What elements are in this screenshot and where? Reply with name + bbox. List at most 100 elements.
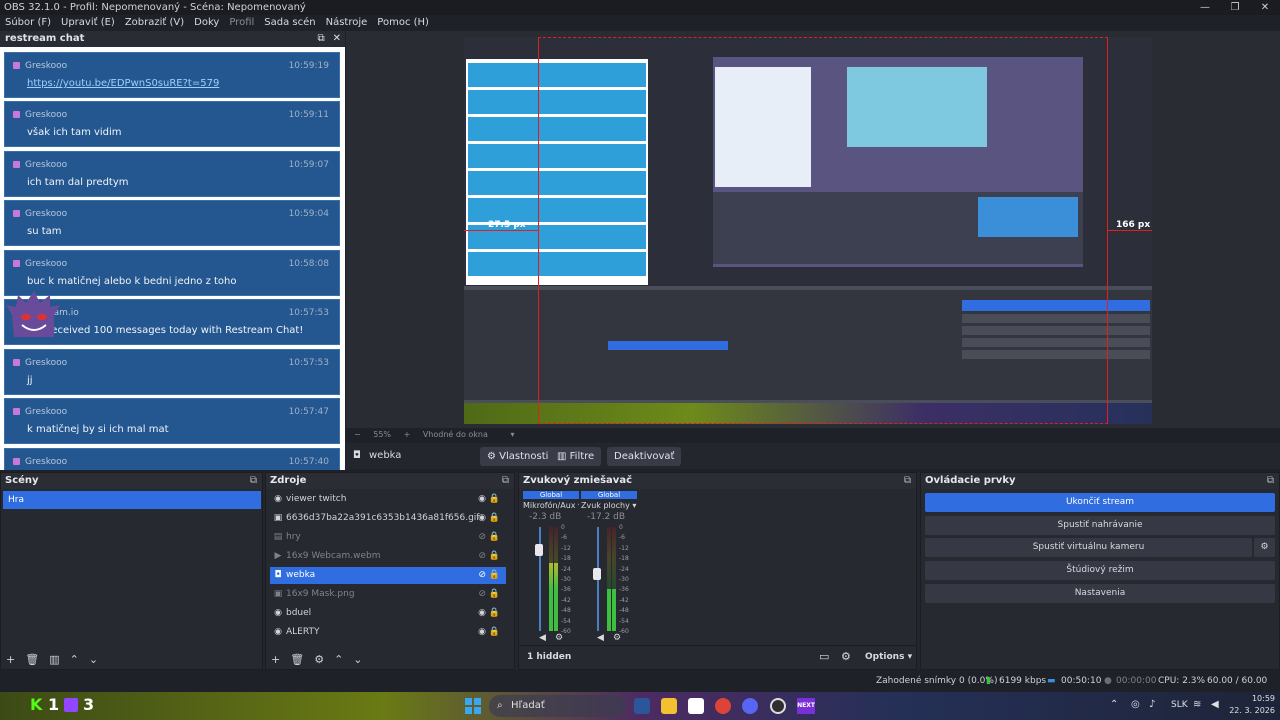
eye-off-icon[interactable]: ⊘ xyxy=(478,548,486,565)
move-down-icon[interactable]: ⌄ xyxy=(89,653,98,666)
eye-icon[interactable]: ◉ xyxy=(478,624,486,641)
move-up-icon[interactable]: ⌃ xyxy=(70,653,79,666)
tray-overflow-icon[interactable]: ⌃ xyxy=(1110,699,1118,710)
remove-source-icon[interactable]: 🗑 xyxy=(290,653,304,666)
wifi-icon[interactable]: ≋ xyxy=(1193,699,1201,710)
chrome-icon[interactable] xyxy=(715,698,731,714)
close-dock-icon[interactable]: ✕ xyxy=(333,31,341,47)
source-item[interactable]: ▣ 6636d37ba22a391c6353b1436a81f656.gif ◉ 🔒 xyxy=(270,510,506,527)
undock-icon[interactable]: ⧉ xyxy=(904,473,911,489)
microphone-icon[interactable]: ♪ xyxy=(1149,699,1155,710)
lock-icon[interactable]: 🔒 xyxy=(489,510,500,527)
mixer-options-button[interactable]: Options ▾ xyxy=(865,652,912,662)
add-scene-icon[interactable]: + xyxy=(6,653,15,666)
eye-off-icon[interactable]: ⊘ xyxy=(478,586,486,603)
lock-icon[interactable]: 🔒 xyxy=(489,548,500,565)
scene-item[interactable]: Hra xyxy=(3,491,261,509)
source-item[interactable]: ▤ hry ⊘ 🔒 xyxy=(270,529,506,546)
lock-icon[interactable]: 🔒 xyxy=(489,491,500,508)
zoom-in-icon[interactable]: + xyxy=(404,430,411,439)
preview-canvas[interactable]: 27.5 px 166 px xyxy=(464,37,1152,424)
channel-settings-icon[interactable]: ⚙ xyxy=(555,633,563,643)
store-icon[interactable] xyxy=(688,698,704,714)
volume-icon[interactable]: ◀ xyxy=(1211,699,1219,710)
stop-stream-button[interactable]: Ukončiť stream xyxy=(925,493,1275,512)
eye-icon[interactable]: ◉ xyxy=(478,491,486,508)
next-app-icon[interactable]: NEXT xyxy=(797,698,815,714)
undock-icon[interactable]: ⧉ xyxy=(1267,473,1274,489)
remove-scene-icon[interactable]: 🗑 xyxy=(25,653,39,666)
lock-icon[interactable]: 🔒 xyxy=(489,529,500,546)
speaker-icon[interactable]: ◀ xyxy=(539,633,546,643)
virtual-camera-settings-button[interactable]: ⚙ xyxy=(1254,538,1275,557)
volume-slider-knob[interactable] xyxy=(535,543,543,556)
undock-icon[interactable]: ⧉ xyxy=(250,473,257,489)
menu-help[interactable]: Pomoc (H) xyxy=(377,15,429,31)
lock-icon[interactable]: 🔒 xyxy=(489,605,500,622)
add-source-icon[interactable]: + xyxy=(271,653,280,666)
zoom-out-icon[interactable]: − xyxy=(354,430,361,439)
undock-icon[interactable]: ⧉ xyxy=(317,31,324,47)
filters-button[interactable]: ▥ Filtre xyxy=(550,447,602,466)
clock-date[interactable]: 22. 3. 2026 xyxy=(1226,706,1275,715)
close-button[interactable]: ✕ xyxy=(1250,0,1280,15)
source-item[interactable]: ▣ 16x9 Mask.png ⊘ 🔒 xyxy=(270,586,506,603)
kick-widget-icon[interactable]: K xyxy=(30,695,42,714)
menu-edit[interactable]: Upraviť (E) xyxy=(61,15,115,31)
mixer-layout-icon[interactable]: ▭ xyxy=(819,650,829,663)
chat-link[interactable]: https://youtu.be/EDPwnS0suRE?t=579 xyxy=(27,78,219,89)
move-down-icon[interactable]: ⌄ xyxy=(353,653,362,666)
channel-name-select[interactable]: Mikrofón/Aux ▾ xyxy=(523,500,579,511)
clock-time[interactable]: 10:59 xyxy=(1231,694,1275,703)
move-up-icon[interactable]: ⌃ xyxy=(334,653,343,666)
obs-icon[interactable] xyxy=(770,698,786,714)
menu-tools[interactable]: Nástroje xyxy=(326,15,368,31)
network-icon[interactable]: ◎ xyxy=(1131,699,1140,710)
start-recording-button[interactable]: Spustiť nahrávanie xyxy=(925,516,1275,535)
menu-view[interactable]: Zobraziť (V) xyxy=(125,15,184,31)
word-icon[interactable] xyxy=(634,698,650,714)
volume-slider-track[interactable] xyxy=(539,527,541,631)
file-explorer-icon[interactable] xyxy=(661,698,677,714)
volume-slider-knob[interactable] xyxy=(593,567,601,580)
zoom-mode[interactable]: Vhodné do okna xyxy=(423,430,488,439)
source-item[interactable]: ◉ viewer twitch ◉ 🔒 xyxy=(270,491,506,508)
maximize-button[interactable]: ❐ xyxy=(1220,0,1250,15)
minimize-button[interactable]: — xyxy=(1190,0,1220,15)
menu-scene-collection[interactable]: Sada scén xyxy=(264,15,315,31)
properties-button[interactable]: ⚙ Vlastnosti xyxy=(480,447,556,466)
eye-icon[interactable]: ◉ xyxy=(478,510,486,527)
menu-docks[interactable]: Doky xyxy=(194,15,219,31)
lock-icon[interactable]: 🔒 xyxy=(489,624,500,641)
undock-icon[interactable]: ⧉ xyxy=(502,473,509,489)
source-item[interactable]: ◉ ALERTY ◉ 🔒 xyxy=(270,624,506,641)
speaker-icon[interactable]: ◀ xyxy=(597,633,604,643)
lock-icon[interactable]: 🔒 xyxy=(489,586,500,603)
menu-profile[interactable]: Profil xyxy=(229,15,254,31)
eye-off-icon[interactable]: ⊘ xyxy=(478,529,486,546)
language-indicator[interactable]: SLK xyxy=(1171,700,1188,710)
taskbar-search[interactable]: ⌕ Hľadať xyxy=(489,695,626,717)
scene-filters-icon[interactable]: ▥ xyxy=(49,653,59,666)
studio-mode-button[interactable]: Štúdiový režim xyxy=(925,561,1275,580)
mixer-settings-icon[interactable]: ⚙ xyxy=(841,650,851,663)
deactivate-button[interactable]: Deaktivovať xyxy=(607,447,682,466)
settings-button[interactable]: Nastavenia xyxy=(925,584,1275,603)
source-item[interactable]: ◘ webka ⊘ 🔒 xyxy=(270,567,506,584)
menu-file[interactable]: Súbor (F) xyxy=(5,15,51,31)
source-item[interactable]: ▶ 16x9 Webcam.webm ⊘ 🔒 xyxy=(270,548,506,565)
lock-icon[interactable]: 🔒 xyxy=(489,567,500,584)
source-item[interactable]: ◉ bduel ◉ 🔒 xyxy=(270,605,506,622)
chevron-down-icon[interactable]: ▾ xyxy=(510,430,514,439)
start-menu-icon[interactable] xyxy=(465,698,481,714)
eye-icon[interactable]: ◉ xyxy=(478,605,486,622)
discord-icon[interactable] xyxy=(742,698,758,714)
eye-off-icon[interactable]: ⊘ xyxy=(478,567,486,584)
chat-timestamp: 10:57:53 xyxy=(288,358,329,368)
channel-name-select[interactable]: Zvuk plochy ▾ xyxy=(581,500,637,511)
twitch-widget-icon[interactable] xyxy=(64,698,78,712)
start-virtual-camera-button[interactable]: Spustiť virtuálnu kameru xyxy=(925,538,1252,557)
channel-settings-icon[interactable]: ⚙ xyxy=(613,633,621,643)
stream-time: 00:50:10 xyxy=(1061,676,1102,686)
source-properties-icon[interactable]: ⚙ xyxy=(314,653,324,666)
